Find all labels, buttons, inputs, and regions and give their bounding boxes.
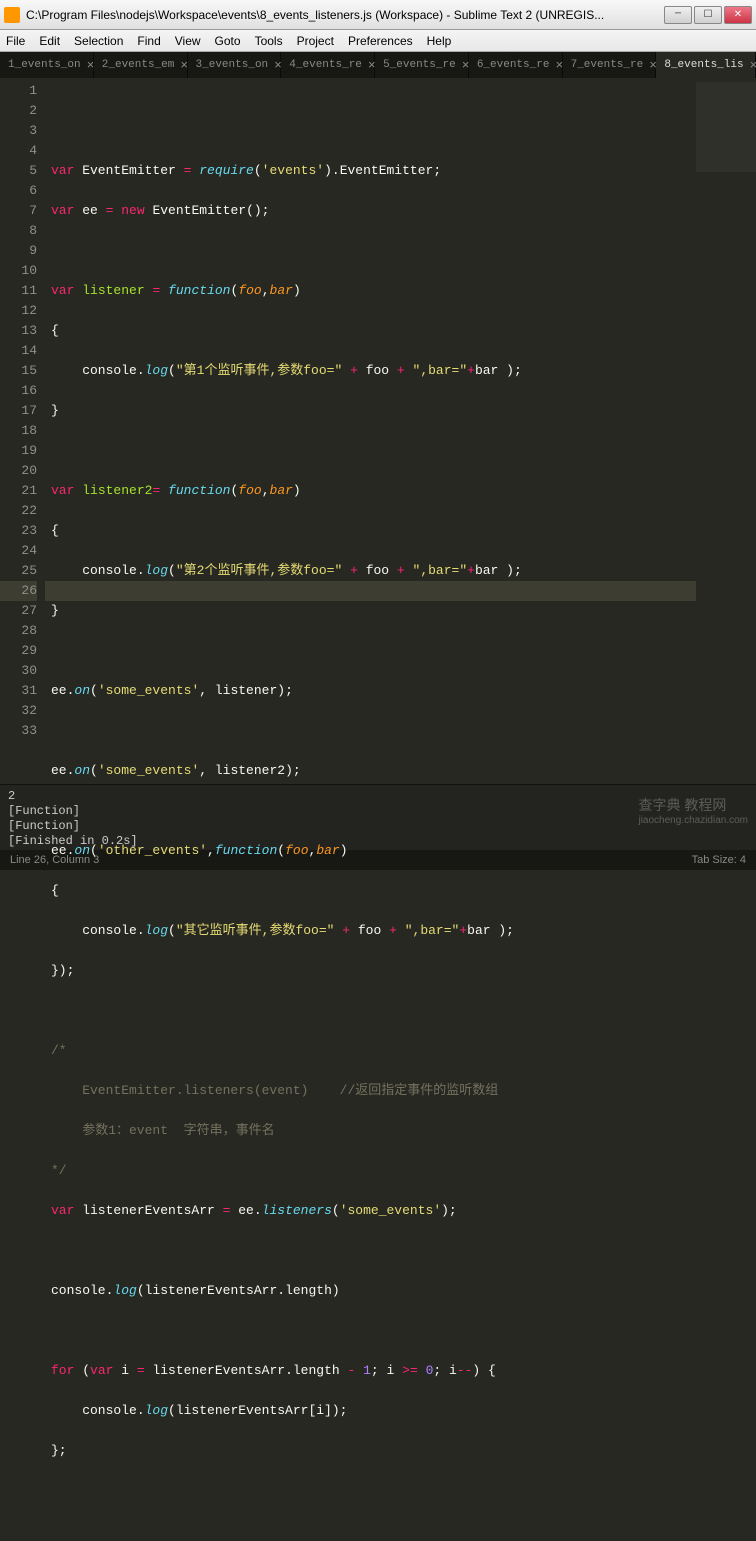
watermark: 查字典 教程网 jiaocheng.chazidian.com — [638, 795, 748, 826]
editor: 1234567891011121314151617181920212223242… — [0, 78, 756, 784]
tab-6[interactable]: 6_events_re× — [469, 52, 563, 78]
menu-project[interactable]: Project — [297, 34, 334, 48]
menu-goto[interactable]: Goto — [215, 34, 241, 48]
tab-3[interactable]: 3_events_on× — [188, 52, 282, 78]
tab-8[interactable]: 8_events_lis × — [656, 52, 756, 78]
menu-find[interactable]: Find — [137, 34, 160, 48]
menu-bar: File Edit Selection Find View Goto Tools… — [0, 30, 756, 52]
tab-7[interactable]: 7_events_re× — [563, 52, 657, 78]
menu-preferences[interactable]: Preferences — [348, 34, 413, 48]
menu-view[interactable]: View — [175, 34, 201, 48]
menu-file[interactable]: File — [6, 34, 25, 48]
menu-help[interactable]: Help — [427, 34, 452, 48]
tab-label: 1_events_on — [8, 59, 81, 71]
tab-label: 8_events_lis — [664, 59, 743, 71]
close-icon[interactable]: × — [750, 58, 756, 73]
tab-label: 3_events_on — [196, 59, 269, 71]
tab-2[interactable]: 2_events_em× — [94, 52, 188, 78]
tab-bar: 1_events_on× 2_events_em× 3_events_on× 4… — [0, 52, 756, 78]
line-gutter: 1234567891011121314151617181920212223242… — [0, 78, 45, 784]
close-button[interactable]: ✕ — [724, 6, 752, 24]
menu-edit[interactable]: Edit — [39, 34, 60, 48]
tab-1[interactable]: 1_events_on× — [0, 52, 94, 78]
tab-label: 5_events_re — [383, 59, 456, 71]
minimap[interactable] — [696, 78, 756, 784]
code-area[interactable]: var EventEmitter = require('events').Eve… — [45, 78, 756, 784]
window-titlebar: C:\Program Files\nodejs\Workspace\events… — [0, 0, 756, 30]
window-title: C:\Program Files\nodejs\Workspace\events… — [26, 8, 664, 22]
window-controls: ─ ☐ ✕ — [664, 6, 752, 24]
maximize-button[interactable]: ☐ — [694, 6, 722, 24]
minimap-viewport[interactable] — [696, 82, 756, 172]
tab-4[interactable]: 4_events_re× — [281, 52, 375, 78]
menu-tools[interactable]: Tools — [255, 34, 283, 48]
menu-selection[interactable]: Selection — [74, 34, 123, 48]
tab-label: 2_events_em — [102, 59, 175, 71]
app-icon — [4, 7, 20, 23]
minimize-button[interactable]: ─ — [664, 6, 692, 24]
tab-label: 4_events_re — [289, 59, 362, 71]
tab-label: 7_events_re — [571, 59, 644, 71]
tab-label: 6_events_re — [477, 59, 550, 71]
tab-5[interactable]: 5_events_re× — [375, 52, 469, 78]
